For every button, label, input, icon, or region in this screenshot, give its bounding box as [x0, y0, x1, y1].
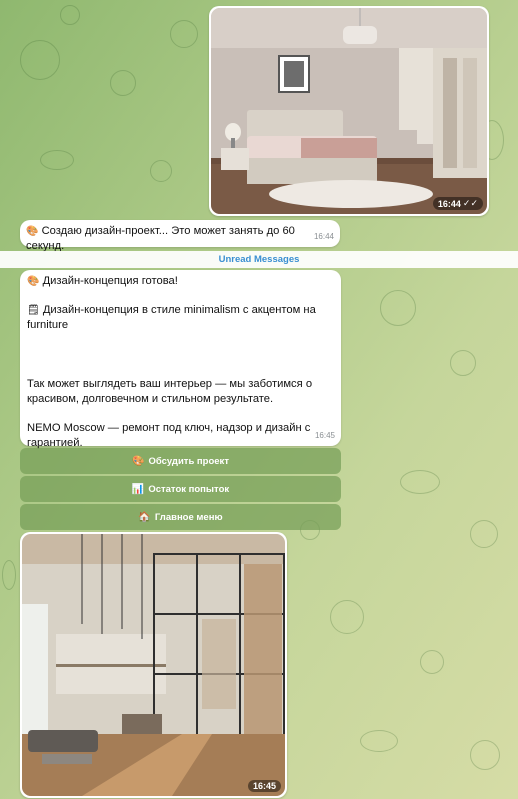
palette-icon: 🎨 — [26, 226, 39, 237]
bedroom-photo-message[interactable]: 16:44 ✓✓ — [209, 6, 489, 216]
palette-icon: 🎨 — [132, 455, 145, 467]
palette-icon: 🎨 — [27, 276, 40, 287]
interior-photo-message[interactable]: 16:45 — [20, 532, 287, 798]
remaining-attempts-button[interactable]: 📊 Остаток попыток — [20, 476, 341, 502]
concept-ready-line: 🎨 Дизайн-концепция готова! — [27, 275, 178, 287]
message-time: 16:45 — [247, 780, 281, 792]
unread-messages-divider: Unread Messages — [0, 251, 518, 268]
status-text: Создаю дизайн-проект... Это может занять… — [26, 225, 295, 252]
main-menu-button[interactable]: 🏠 Главное меню — [20, 504, 341, 530]
message-time: 16:44 ✓✓ — [432, 197, 483, 210]
discuss-project-button[interactable]: 🎨 Обсудить проект — [20, 448, 341, 474]
concept-style-line: 🗒 Дизайн-концепция в стиле minimalism с … — [27, 304, 316, 331]
message-time: 16:45 — [314, 431, 335, 440]
message-time: 16:44 — [313, 232, 334, 241]
read-checkmarks-icon: ✓✓ — [462, 198, 478, 208]
bar-chart-icon: 📊 — [131, 483, 145, 495]
company-tagline: NEMO Moscow — ремонт под ключ, надзор и … — [27, 422, 311, 449]
concept-description: Так может выглядеть ваш интерьер — мы за… — [27, 378, 313, 405]
bedroom-image — [211, 8, 487, 214]
interior-image — [22, 534, 285, 796]
notepad-icon: 🗒 — [27, 305, 40, 316]
house-icon: 🏠 — [138, 511, 151, 523]
status-message: 🎨 Создаю дизайн-проект... Это может заня… — [20, 220, 340, 252]
design-concept-message: 🎨 Дизайн-концепция готова! 🗒 Дизайн-конц… — [20, 270, 341, 449]
